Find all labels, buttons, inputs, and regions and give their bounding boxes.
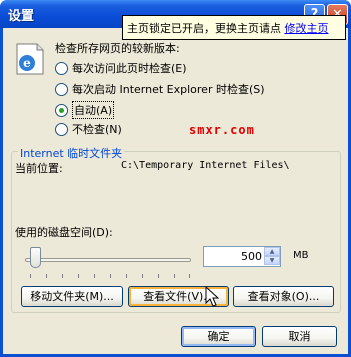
homepage-lock-tooltip: 主页锁定已开启，更换主页请点 修改主页 (122, 15, 346, 40)
mouse-pointer-icon (205, 286, 220, 307)
radio-every-visit[interactable]: 每次访问此页时检查(E) (55, 60, 187, 76)
svg-text:e: e (23, 56, 31, 70)
slider-tick (62, 274, 63, 278)
ok-button[interactable]: 确定 (181, 326, 256, 347)
modify-homepage-link[interactable]: 修改主页 (285, 22, 329, 35)
radio-label: 不检查(N) (72, 123, 122, 136)
move-folder-button[interactable]: 移动文件夹(M)... (21, 286, 123, 307)
disk-space-input[interactable]: 500 ▲ ▼ (203, 246, 281, 267)
cancel-button[interactable]: 取消 (262, 326, 337, 347)
radio-label: 自动(A) (72, 101, 115, 119)
current-location-value: C:\Temporary Internet Files\ (121, 160, 290, 171)
disk-space-slider-thumb[interactable] (30, 247, 42, 268)
dialog-body: e 检查所存网页的较新版本: 每次访问此页时检查(E) 每次启动 Interne… (3, 28, 348, 354)
check-versions-label: 检查所存网页的较新版本: (55, 42, 180, 55)
slider-tick (110, 274, 111, 278)
tooltip-text: 主页锁定已开启，更换主页请点 (127, 22, 285, 35)
view-objects-button[interactable]: 查看对象(O)... (233, 286, 334, 307)
slider-tick (189, 274, 190, 278)
disk-space-slider-track[interactable] (25, 258, 191, 262)
disk-space-label: 使用的磁盘空间(D): (15, 226, 113, 239)
spin-down-icon[interactable]: ▼ (264, 256, 280, 265)
disk-space-unit: MB (293, 250, 309, 261)
slider-tick (78, 274, 79, 278)
disk-space-value[interactable]: 500 (241, 250, 262, 263)
watermark-text: smxr.com (189, 123, 255, 137)
settings-dialog: 设置 ? ✕ e 检查所存网页的较新版本: 每次访问此页时检查(E) 每次启动 … (0, 0, 351, 357)
radio-never[interactable]: 不检查(N) (55, 121, 122, 137)
radio-button[interactable] (55, 82, 68, 96)
groupbox-title: Internet 临时文件夹 (18, 145, 125, 161)
radio-label: 每次访问此页时检查(E) (72, 62, 187, 75)
slider-tick (46, 274, 47, 278)
radio-button[interactable] (55, 103, 68, 117)
radio-label: 每次启动 Internet Explorer 时检查(S) (72, 83, 265, 96)
slider-tick (30, 274, 31, 278)
spin-up-icon[interactable]: ▲ (264, 247, 280, 256)
window-title: 设置 (8, 9, 35, 24)
slider-tick (94, 274, 95, 278)
radio-button[interactable] (55, 122, 68, 136)
slider-tick (126, 274, 127, 278)
slider-tick (174, 274, 175, 278)
spin-buttons: ▲ ▼ (264, 247, 280, 266)
slider-tick (158, 274, 159, 278)
slider-tick (142, 274, 143, 278)
radio-every-start[interactable]: 每次启动 Internet Explorer 时检查(S) (55, 81, 265, 97)
radio-automatic[interactable]: 自动(A) (55, 101, 115, 119)
radio-button[interactable] (55, 61, 68, 75)
ie-page-icon: e (16, 43, 44, 75)
current-location-label: 当前位置: (15, 162, 63, 175)
slider-ticks (30, 274, 190, 278)
